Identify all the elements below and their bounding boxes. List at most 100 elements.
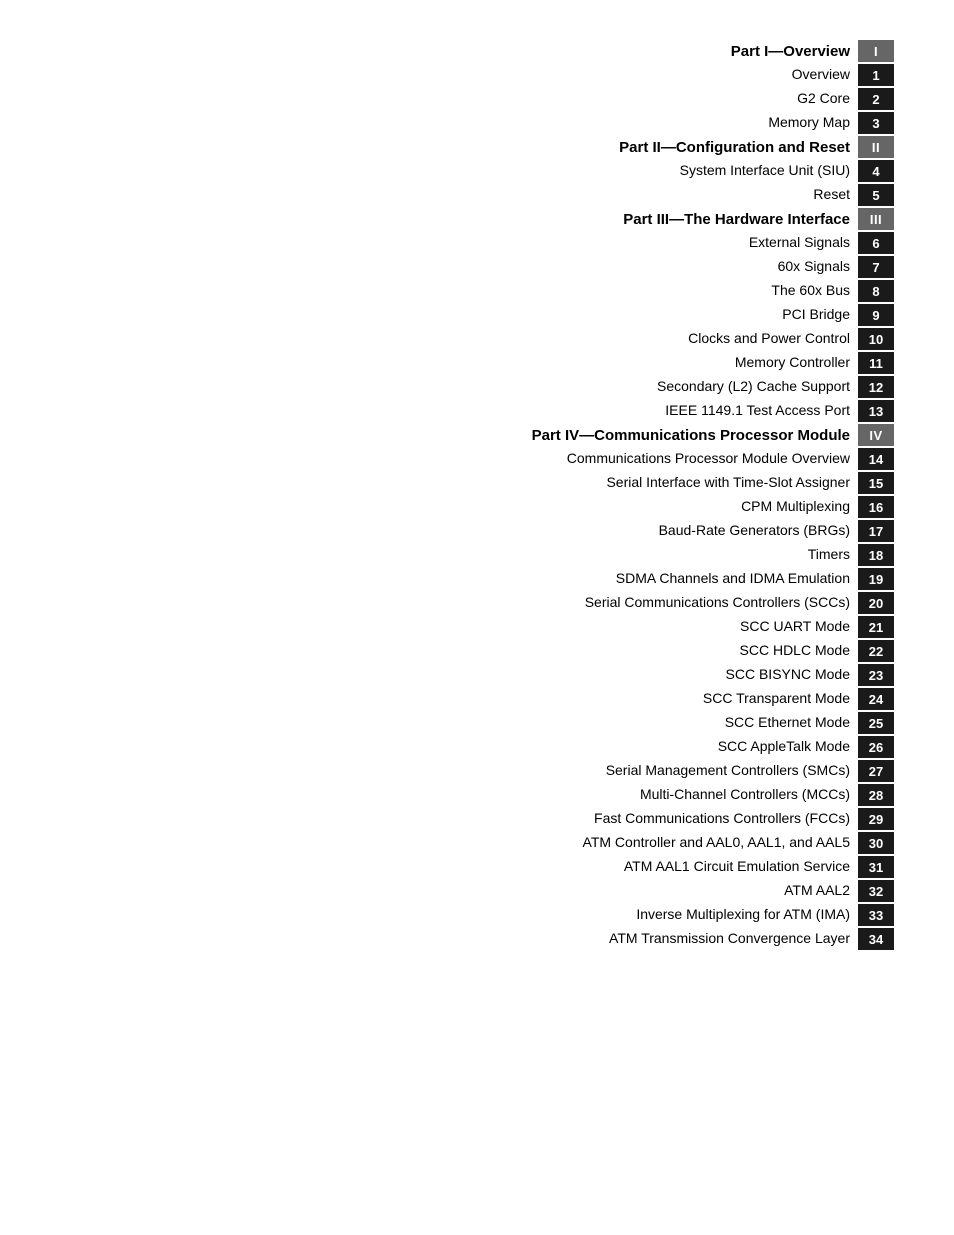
chapter-number-badge: 6 [858, 232, 894, 254]
chapter-title: Inverse Multiplexing for ATM (IMA) [636, 905, 850, 925]
chapter-number-badge: 17 [858, 520, 894, 542]
chapter-title: Baud-Rate Generators (BRGs) [659, 521, 850, 541]
chapter-title: SDMA Channels and IDMA Emulation [616, 569, 850, 589]
toc-row: SCC Transparent Mode 24 [60, 688, 894, 710]
chapter-title: System Interface Unit (SIU) [680, 161, 850, 181]
chapter-number-badge: 1 [858, 64, 894, 86]
chapter-number-badge: 24 [858, 688, 894, 710]
toc-container: Part I—OverviewIOverview1G2 Core2Memory … [60, 40, 894, 952]
toc-row: Secondary (L2) Cache Support 12 [60, 376, 894, 398]
part-number-badge: I [858, 40, 894, 62]
chapter-number-badge: 15 [858, 472, 894, 494]
chapter-number-badge: 2 [858, 88, 894, 110]
chapter-title: SCC BISYNC Mode [726, 665, 850, 685]
chapter-number-badge: 27 [858, 760, 894, 782]
toc-row: Serial Communications Controllers (SCCs)… [60, 592, 894, 614]
toc-row: ATM Transmission Convergence Layer 34 [60, 928, 894, 950]
toc-row: SCC HDLC Mode22 [60, 640, 894, 662]
chapter-title: ATM AAL2 [784, 881, 850, 901]
chapter-title: ATM AAL1 Circuit Emulation Service [624, 857, 850, 877]
chapter-number-badge: 10 [858, 328, 894, 350]
chapter-title: Overview [792, 65, 850, 85]
toc-row: Memory Map3 [60, 112, 894, 134]
chapter-title: ATM Controller and AAL0, AAL1, and AAL5 [583, 833, 850, 853]
toc-row: SCC UART Mode 21 [60, 616, 894, 638]
part-title: Part III—The Hardware Interface [623, 209, 850, 230]
chapter-title: CPM Multiplexing [741, 497, 850, 517]
toc-row: Serial Interface with Time-Slot Assigner… [60, 472, 894, 494]
toc-row: Multi-Channel Controllers (MCCs) 28 [60, 784, 894, 806]
toc-row: The 60x Bus 8 [60, 280, 894, 302]
chapter-title: Multi-Channel Controllers (MCCs) [640, 785, 850, 805]
toc-row: G2 Core 2 [60, 88, 894, 110]
chapter-title: IEEE 1149.1 Test Access Port [665, 401, 850, 421]
chapter-number-badge: 30 [858, 832, 894, 854]
toc-row: SCC Ethernet Mode 25 [60, 712, 894, 734]
chapter-title: Serial Management Controllers (SMCs) [606, 761, 850, 781]
toc-row: SCC AppleTalk Mode26 [60, 736, 894, 758]
chapter-number-badge: 7 [858, 256, 894, 278]
toc-row: Timers18 [60, 544, 894, 566]
chapter-number-badge: 19 [858, 568, 894, 590]
toc-row: Part IV—Communications Processor Module I… [60, 424, 894, 446]
chapter-title: ATM Transmission Convergence Layer [609, 929, 850, 949]
chapter-number-badge: 4 [858, 160, 894, 182]
chapter-number-badge: 33 [858, 904, 894, 926]
toc-row: Part II—Configuration and Reset II [60, 136, 894, 158]
chapter-title: Serial Interface with Time-Slot Assigner [606, 473, 850, 493]
chapter-title: PCI Bridge [782, 305, 850, 325]
toc-row: IEEE 1149.1 Test Access Port 13 [60, 400, 894, 422]
part-title: Part II—Configuration and Reset [619, 137, 850, 158]
chapter-title: SCC UART Mode [740, 617, 850, 637]
chapter-title: The 60x Bus [771, 281, 850, 301]
chapter-title: Serial Communications Controllers (SCCs) [585, 593, 850, 613]
chapter-number-badge: 5 [858, 184, 894, 206]
toc-row: CPM Multiplexing 16 [60, 496, 894, 518]
toc-row: Serial Management Controllers (SMCs) 27 [60, 760, 894, 782]
chapter-number-badge: 31 [858, 856, 894, 878]
chapter-title: G2 Core [797, 89, 850, 109]
part-number-badge: IV [858, 424, 894, 446]
toc-row: Overview 1 [60, 64, 894, 86]
chapter-number-badge: 20 [858, 592, 894, 614]
toc-row: System Interface Unit (SIU) 4 [60, 160, 894, 182]
part-number-badge: III [858, 208, 894, 230]
chapter-number-badge: 34 [858, 928, 894, 950]
chapter-number-badge: 26 [858, 736, 894, 758]
chapter-title: SCC Ethernet Mode [725, 713, 850, 733]
chapter-number-badge: 32 [858, 880, 894, 902]
part-title: Part I—Overview [731, 41, 850, 62]
part-number-badge: II [858, 136, 894, 158]
toc-row: Fast Communications Controllers (FCCs)29 [60, 808, 894, 830]
chapter-title: Memory Map [768, 113, 850, 133]
toc-row: ATM AAL2 32 [60, 880, 894, 902]
chapter-title: SCC HDLC Mode [740, 641, 850, 661]
toc-row: SDMA Channels and IDMA Emulation 19 [60, 568, 894, 590]
toc-row: Part III—The Hardware Interface III [60, 208, 894, 230]
chapter-number-badge: 29 [858, 808, 894, 830]
chapter-title: Secondary (L2) Cache Support [657, 377, 850, 397]
toc-row: SCC BISYNC Mode 23 [60, 664, 894, 686]
chapter-title: External Signals [749, 233, 850, 253]
chapter-number-badge: 28 [858, 784, 894, 806]
toc-row: Communications Processor Module Overview… [60, 448, 894, 470]
part-title: Part IV—Communications Processor Module [532, 425, 850, 446]
chapter-title: Communications Processor Module Overview [567, 449, 850, 469]
chapter-title: Clocks and Power Control [688, 329, 850, 349]
toc-row: Clocks and Power Control 10 [60, 328, 894, 350]
chapter-number-badge: 12 [858, 376, 894, 398]
chapter-title: Memory Controller [735, 353, 850, 373]
chapter-number-badge: 25 [858, 712, 894, 734]
chapter-number-badge: 18 [858, 544, 894, 566]
toc-row: ATM AAL1 Circuit Emulation Service 31 [60, 856, 894, 878]
chapter-title: SCC Transparent Mode [703, 689, 850, 709]
chapter-number-badge: 8 [858, 280, 894, 302]
chapter-number-badge: 16 [858, 496, 894, 518]
toc-row: Memory Controller11 [60, 352, 894, 374]
toc-row: Inverse Multiplexing for ATM (IMA) 33 [60, 904, 894, 926]
chapter-number-badge: 21 [858, 616, 894, 638]
chapter-number-badge: 13 [858, 400, 894, 422]
toc-row: PCI Bridge9 [60, 304, 894, 326]
toc-row: Part I—Overview I [60, 40, 894, 62]
chapter-number-badge: 23 [858, 664, 894, 686]
